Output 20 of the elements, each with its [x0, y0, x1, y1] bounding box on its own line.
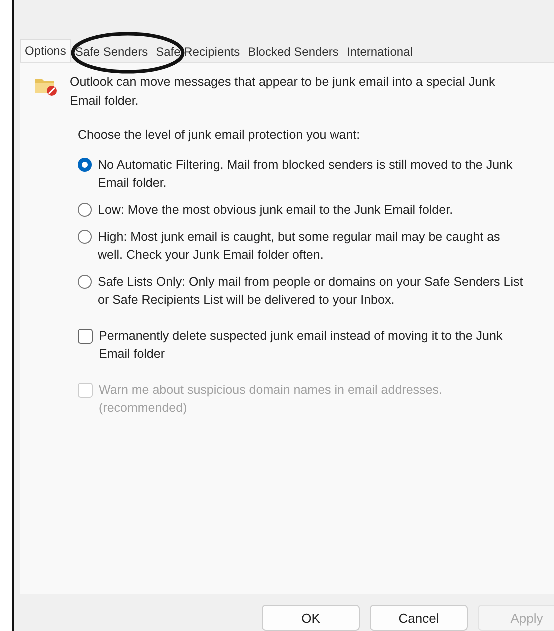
dialog-button[interactable]: Cancel: [370, 605, 468, 631]
option-label: Low: Move the most obvious junk email to the Junk Email folder.: [98, 202, 454, 219]
tab[interactable]: Safe Senders: [71, 42, 152, 62]
tab[interactable]: Safe Recipients: [152, 42, 244, 62]
prompt-text: Choose the level of junk email protection you want:: [78, 128, 362, 142]
radio-button[interactable]: [78, 230, 92, 244]
radio-button[interactable]: [78, 203, 92, 217]
option-label: Permanently delete suspected junk email instead of moving it to the Junk Email folder: [99, 328, 504, 363]
checkbox[interactable]: [78, 329, 93, 344]
radio-button[interactable]: [78, 158, 92, 172]
tab[interactable]: International: [342, 42, 417, 62]
intro-text: Outlook can move messages that appear to be junk email into a special Junk Email folder.: [70, 74, 496, 110]
option-label: Warn me about suspicious domain names in email addresses. (recommended): [99, 382, 444, 417]
radio-button[interactable]: [78, 275, 92, 289]
dialog-button[interactable]: OK: [262, 605, 360, 631]
option-label: High: Most junk email is caught, but some regular mail may be caught as well. Check your Junk Email folder often.: [98, 229, 502, 264]
tab[interactable]: Blocked Senders: [244, 42, 343, 62]
option-label: No Automatic Filtering. Mail from blocked senders is still moved to the Junk Email folder.: [98, 157, 514, 192]
option-label: Safe Lists Only: Only mail from people or domains on your Safe Senders List or Safe Recipients List will be delivered to your Inbox.: [98, 274, 524, 309]
tab[interactable]: Options: [20, 39, 72, 62]
